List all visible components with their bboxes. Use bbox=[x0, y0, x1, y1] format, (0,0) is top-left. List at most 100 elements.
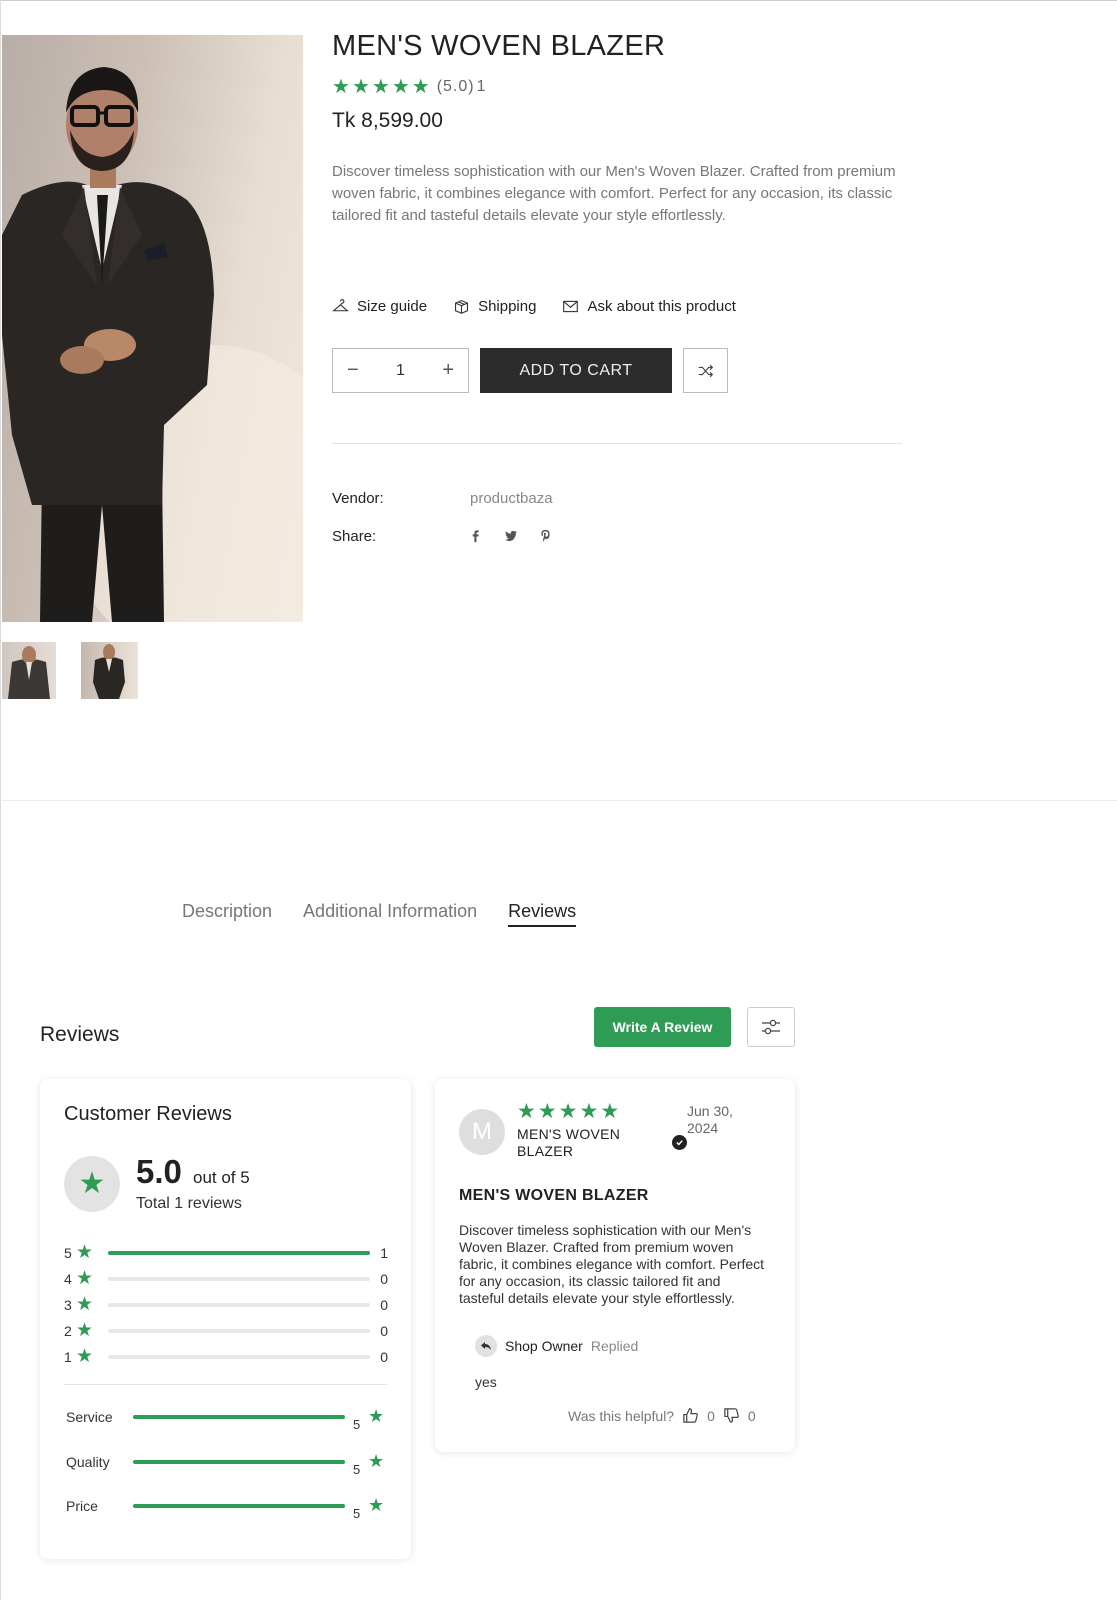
product-title: MEN'S WOVEN BLAZER bbox=[332, 30, 666, 62]
rating-bar-row[interactable]: 2 ★ 0 bbox=[64, 1321, 388, 1341]
ask-product-link[interactable]: Ask about this product bbox=[562, 298, 736, 315]
plus-icon[interactable]: + bbox=[442, 359, 454, 382]
filter-button[interactable] bbox=[747, 1007, 795, 1047]
star-icon: ★ bbox=[558, 1100, 578, 1123]
star-icon: ★ bbox=[76, 1294, 94, 1315]
rating-bar bbox=[108, 1355, 370, 1359]
star-icon: ★ bbox=[351, 76, 370, 98]
product-rating[interactable]: ★ ★ ★ ★ ★ (5.0) 1 bbox=[332, 77, 487, 97]
category-label: Service bbox=[66, 1409, 113, 1425]
category-label: Quality bbox=[66, 1454, 110, 1470]
box-icon bbox=[455, 299, 469, 314]
top-border bbox=[0, 0, 1117, 1]
category-value: 5 bbox=[353, 1506, 361, 1521]
review-card: M ★ ★ ★ ★ ★ MEN'S WOVEN BLAZER Jun 30, 2… bbox=[435, 1079, 795, 1452]
twitter-icon[interactable] bbox=[503, 528, 518, 543]
rating-level: 4 bbox=[64, 1271, 72, 1287]
rating-count: 0 bbox=[380, 1349, 388, 1365]
tab-description[interactable]: Description bbox=[182, 901, 272, 927]
helpful-label: Was this helpful? bbox=[568, 1407, 675, 1424]
category-label: Price bbox=[66, 1498, 98, 1514]
size-guide-link[interactable]: Size guide bbox=[332, 298, 427, 315]
rating-bar bbox=[108, 1277, 370, 1281]
review-body: Discover timeless sophistication with ou… bbox=[459, 1222, 765, 1306]
rating-bar-fill bbox=[108, 1251, 370, 1255]
vendor-value[interactable]: productbaza bbox=[470, 490, 553, 507]
star-icon: ★ bbox=[600, 1100, 620, 1123]
rating-bar-row[interactable]: 4 ★ 0 bbox=[64, 1269, 388, 1289]
reply-icon bbox=[475, 1335, 497, 1357]
rating-bar-row[interactable]: 3 ★ 0 bbox=[64, 1295, 388, 1315]
star-icon: ★ bbox=[517, 1100, 536, 1123]
write-review-button[interactable]: Write A Review bbox=[594, 1007, 731, 1047]
thumbnail-1[interactable] bbox=[2, 642, 56, 699]
mail-icon bbox=[563, 300, 579, 313]
category-value: 5 bbox=[353, 1417, 361, 1432]
category-rating-price: Price 5 ★ bbox=[66, 1495, 388, 1521]
star-icon: ★ bbox=[368, 1495, 385, 1515]
filter-icon bbox=[762, 1019, 780, 1035]
star-icon: ★ bbox=[368, 1451, 385, 1471]
category-value: 5 bbox=[353, 1462, 361, 1477]
rating-count: 1 bbox=[380, 1245, 388, 1261]
product-main-image[interactable] bbox=[2, 35, 303, 622]
average-badge: ★ bbox=[64, 1156, 120, 1212]
rating-bar bbox=[108, 1303, 370, 1307]
rating-bar bbox=[108, 1329, 370, 1333]
avatar: M bbox=[459, 1109, 505, 1155]
compare-button[interactable] bbox=[683, 348, 728, 393]
thumbs-down-icon[interactable] bbox=[723, 1407, 740, 1424]
add-to-cart-button[interactable]: ADD TO CART bbox=[480, 348, 672, 393]
thumbnail-1-photo bbox=[8, 646, 50, 699]
star-icon: ★ bbox=[391, 76, 410, 98]
facebook-icon[interactable] bbox=[468, 528, 483, 543]
shipping-link[interactable]: Shipping bbox=[453, 298, 536, 315]
thumbs-up-icon[interactable] bbox=[682, 1407, 699, 1424]
summary-title: Customer Reviews bbox=[64, 1103, 232, 1125]
left-border bbox=[0, 0, 1, 1600]
star-icon: ★ bbox=[579, 1100, 599, 1123]
likes-count: 0 bbox=[707, 1407, 715, 1424]
rating-count: 0 bbox=[380, 1297, 388, 1313]
product-tabs: Description Additional Information Revie… bbox=[182, 901, 577, 927]
rating-bar-row[interactable]: 1 ★ 0 bbox=[64, 1347, 388, 1367]
star-icon: ★ bbox=[368, 1406, 385, 1426]
review-title: MEN'S WOVEN BLAZER bbox=[459, 1187, 649, 1204]
star-icon: ★ bbox=[76, 1320, 94, 1341]
reply-author: Shop Owner bbox=[505, 1338, 583, 1354]
verified-icon bbox=[672, 1135, 687, 1150]
product-links: Size guide Shipping Ask about this produ… bbox=[332, 298, 736, 315]
shipping-label: Shipping bbox=[478, 298, 537, 315]
ask-product-label: Ask about this product bbox=[587, 298, 736, 315]
model-photo bbox=[2, 67, 303, 622]
review-stars: ★ ★ ★ ★ ★ bbox=[517, 1100, 620, 1123]
share-label: Share: bbox=[332, 528, 377, 545]
rating-level: 3 bbox=[64, 1297, 72, 1313]
thumbnail-2-photo bbox=[93, 644, 125, 699]
vendor-label: Vendor: bbox=[332, 490, 384, 507]
star-icon: ★ bbox=[78, 1167, 106, 1200]
category-bar bbox=[133, 1504, 345, 1508]
owner-reply: Shop Owner Replied bbox=[475, 1335, 638, 1357]
tab-reviews[interactable]: Reviews bbox=[508, 901, 577, 927]
minus-icon[interactable]: − bbox=[347, 359, 359, 382]
thumbnail-2[interactable] bbox=[81, 642, 138, 699]
tab-additional-information[interactable]: Additional Information bbox=[303, 901, 477, 927]
rating-count: 1 bbox=[476, 78, 487, 95]
helpful-row: Was this helpful? 0 0 bbox=[568, 1407, 756, 1424]
pinterest-icon[interactable] bbox=[538, 528, 553, 543]
category-rating-service: Service 5 ★ bbox=[66, 1406, 388, 1432]
rating-level: 2 bbox=[64, 1323, 72, 1339]
quantity-stepper[interactable]: − 1 + bbox=[332, 348, 469, 393]
rating-count: 0 bbox=[380, 1271, 388, 1287]
customer-reviews-summary: Customer Reviews ★ 5.0 out of 5 Total 1 … bbox=[40, 1079, 411, 1559]
size-guide-label: Size guide bbox=[357, 298, 428, 315]
product-description: Discover timeless sophistication with ou… bbox=[332, 163, 896, 224]
quantity-value[interactable]: 1 bbox=[396, 362, 405, 380]
average-rating: 5.0 bbox=[136, 1153, 182, 1190]
reviewed-product[interactable]: MEN'S WOVEN BLAZER bbox=[517, 1126, 637, 1160]
divider bbox=[64, 1384, 387, 1385]
section-divider bbox=[2, 800, 1117, 801]
rating-bar-row[interactable]: 5 ★ 1 bbox=[64, 1243, 388, 1263]
rating-level: 1 bbox=[64, 1349, 72, 1365]
